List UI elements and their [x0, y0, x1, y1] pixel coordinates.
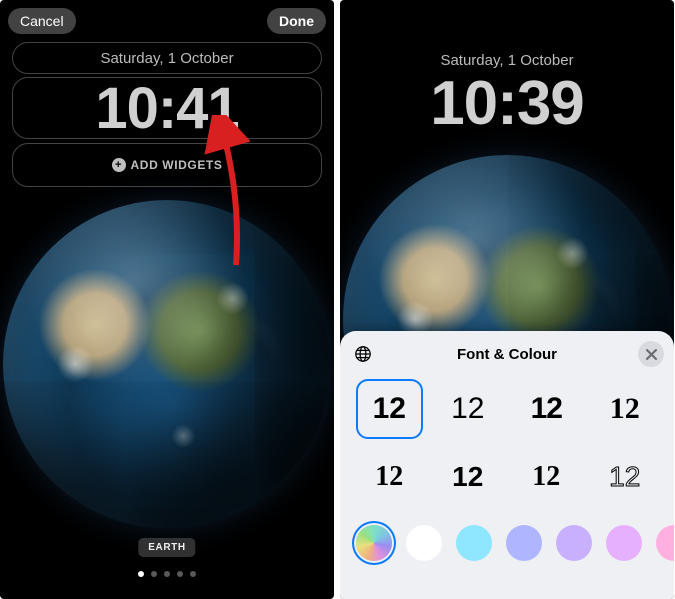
color-swatch[interactable] — [556, 525, 592, 561]
sheet-header: Font & Colour — [340, 331, 674, 377]
font-option-3[interactable]: 12 — [513, 379, 580, 439]
color-swatch[interactable] — [606, 525, 642, 561]
page-dot — [164, 571, 170, 577]
font-option-2[interactable]: 12 — [435, 379, 502, 439]
font-option-5[interactable]: 12 — [356, 447, 423, 507]
font-option-4[interactable]: 12 — [592, 379, 659, 439]
page-indicator[interactable] — [138, 571, 196, 577]
add-widgets-button[interactable]: + ADD WIDGETS — [112, 158, 223, 172]
close-icon[interactable] — [638, 341, 664, 367]
cancel-button[interactable]: Cancel — [8, 8, 76, 34]
lockscreen-date: Saturday, 1 October — [100, 50, 233, 67]
page-dot — [138, 571, 144, 577]
color-swatch[interactable] — [406, 525, 442, 561]
lockscreen-editor: Cancel Done Saturday, 1 October 10:41 + … — [0, 0, 334, 599]
color-swatch[interactable] — [356, 525, 392, 561]
page-dot — [177, 571, 183, 577]
font-option-6[interactable]: 12 — [435, 447, 502, 507]
earth-wallpaper — [3, 200, 331, 528]
color-swatch[interactable] — [456, 525, 492, 561]
font-option-1[interactable]: 12 — [356, 379, 423, 439]
add-widgets-slot[interactable]: + ADD WIDGETS — [12, 143, 322, 187]
lockscreen-date: Saturday, 1 October — [340, 52, 674, 69]
plus-circle-icon: + — [112, 158, 126, 172]
font-option-7[interactable]: 12 — [513, 447, 580, 507]
add-widgets-label: ADD WIDGETS — [131, 158, 223, 172]
done-button[interactable]: Done — [267, 8, 326, 34]
globe-icon[interactable] — [352, 343, 374, 365]
time-widget-slot[interactable]: 10:41 — [12, 77, 322, 139]
color-swatch[interactable] — [506, 525, 542, 561]
font-grid: 12 12 12 12 12 12 12 12 — [340, 377, 674, 515]
color-swatch[interactable] — [656, 525, 674, 561]
wallpaper-name-pill: EARTH — [138, 538, 195, 557]
font-colour-sheet: Font & Colour 12 12 12 12 12 12 12 12 — [340, 331, 674, 599]
lockscreen-time: 10:39 — [340, 68, 674, 139]
lockscreen-font-picker: Saturday, 1 October 10:39 Font & Colour — [340, 0, 674, 599]
sheet-title: Font & Colour — [457, 346, 557, 363]
page-dot — [151, 571, 157, 577]
color-row[interactable] — [340, 515, 674, 561]
font-option-8[interactable]: 12 — [592, 447, 659, 507]
lockscreen-time: 10:41 — [95, 75, 238, 142]
date-widget-slot[interactable]: Saturday, 1 October — [12, 42, 322, 74]
editor-topbar: Cancel Done — [0, 8, 334, 34]
page-dot — [190, 571, 196, 577]
